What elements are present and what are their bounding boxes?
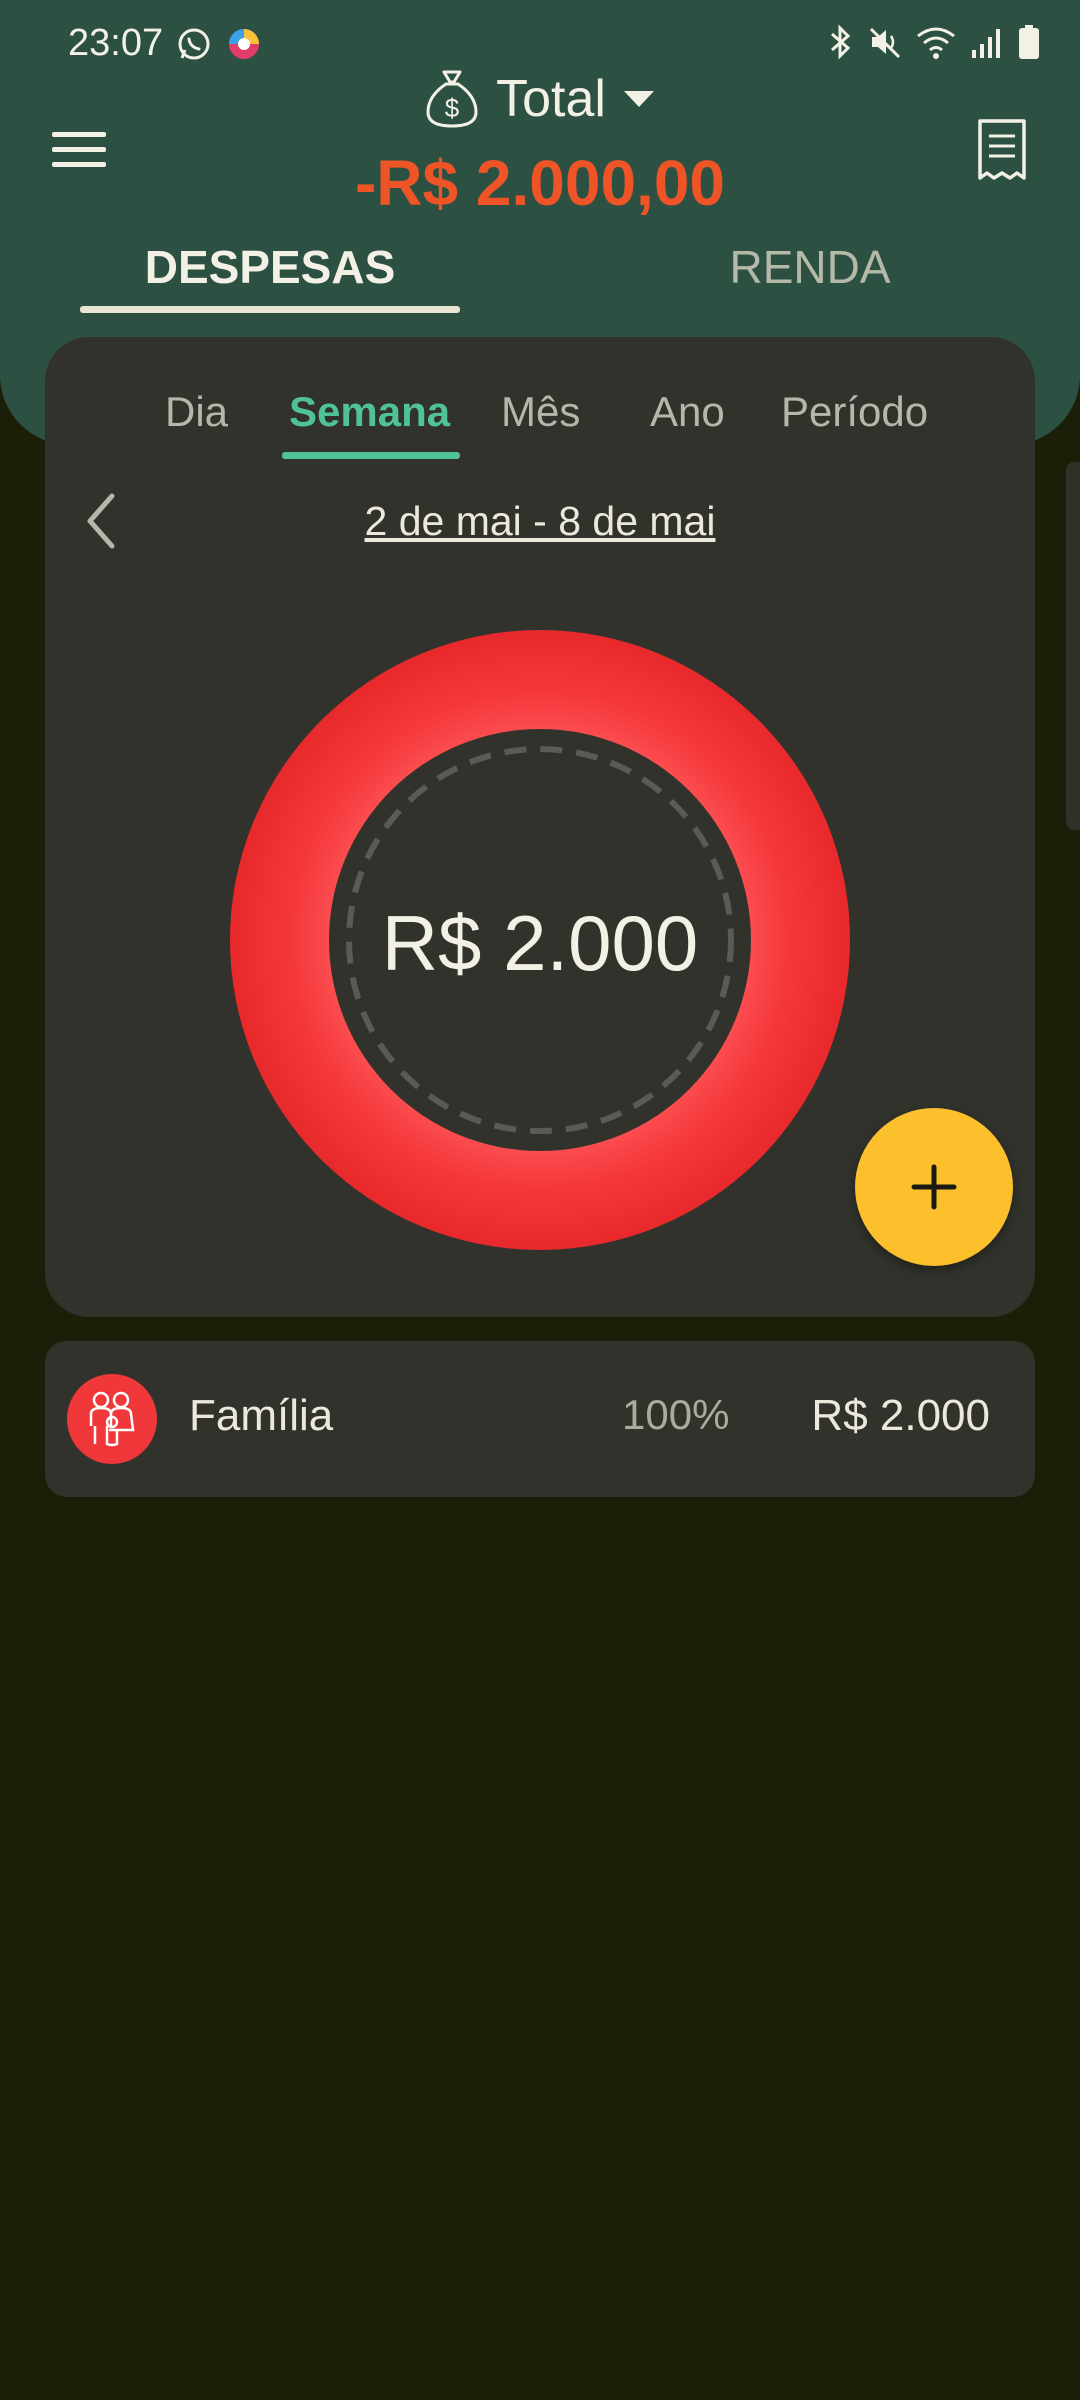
- status-time: 23:07: [68, 22, 164, 64]
- period-tab-periodo[interactable]: Período: [781, 388, 928, 436]
- tab-despesas[interactable]: DESPESAS: [80, 240, 460, 294]
- family-icon: [89, 1391, 135, 1447]
- bluetooth-icon: [826, 24, 854, 60]
- tab-indicator: [80, 306, 460, 313]
- chart-center-amount: R$ 2.000: [381, 899, 699, 987]
- svg-text:$: $: [445, 93, 460, 123]
- period-tab-mes[interactable]: Mês: [501, 388, 580, 436]
- add-transaction-button[interactable]: [855, 1108, 1013, 1266]
- mute-icon: [868, 24, 902, 60]
- account-selector[interactable]: $ Total: [0, 68, 1080, 130]
- date-range[interactable]: 2 de mai - 8 de mai: [0, 498, 1080, 545]
- period-tab-dia[interactable]: Dia: [165, 388, 228, 436]
- period-tab-indicator: [282, 452, 460, 459]
- category-name: Família: [189, 1391, 334, 1440]
- category-amount: R$ 2.000: [811, 1391, 990, 1440]
- signal-icon: [970, 24, 1004, 60]
- plus-icon: [911, 1164, 957, 1210]
- period-tab-semana[interactable]: Semana: [289, 388, 450, 436]
- category-percent: 100%: [622, 1391, 730, 1438]
- status-left-icons: [176, 26, 262, 62]
- category-icon-badge: [67, 1374, 157, 1464]
- dropdown-arrow-icon: [622, 89, 656, 109]
- status-right-icons: [826, 24, 1040, 60]
- wifi-icon: [916, 24, 956, 60]
- account-name: Total: [496, 70, 606, 128]
- total-amount: -R$ 2.000,00: [354, 147, 726, 219]
- period-tab-ano[interactable]: Ano: [650, 388, 725, 436]
- battery-icon: [1018, 24, 1040, 60]
- whatsapp-icon: [176, 26, 212, 62]
- money-bag-icon: $: [424, 68, 480, 130]
- category-row[interactable]: Família 100% R$ 2.000: [45, 1341, 1035, 1497]
- tab-renda[interactable]: RENDA: [620, 240, 1000, 294]
- browser-icon: [226, 26, 262, 62]
